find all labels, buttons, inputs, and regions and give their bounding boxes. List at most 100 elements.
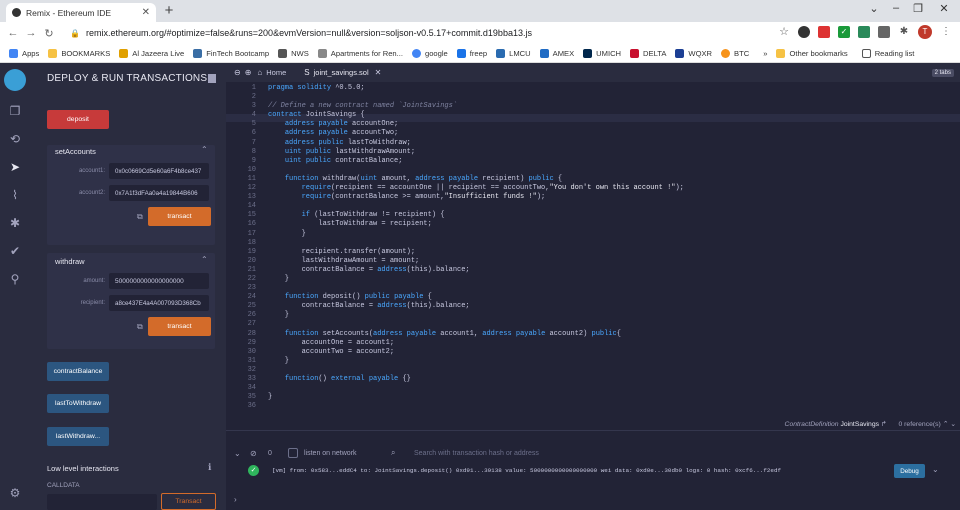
code-line[interactable]: 2	[234, 93, 954, 102]
puzzle-icon[interactable]: ✱	[898, 26, 910, 38]
lastwithdrawamount-button[interactable]: lastWithdraw...	[47, 427, 109, 446]
bookmark-item[interactable]: FinTech Bootcamp	[193, 48, 269, 58]
check-extension-icon[interactable]: ✓	[838, 26, 850, 38]
bookmark-folder[interactable]: BOOKMARKS	[48, 48, 110, 58]
contractbalance-button[interactable]: contractBalance	[47, 362, 109, 381]
code-line[interactable]: 24 function deposit() public payable {	[234, 293, 954, 302]
code-line[interactable]: 31 }	[234, 357, 954, 366]
debugger-icon[interactable]: ✱	[7, 215, 23, 231]
forward-icon[interactable]: →	[22, 27, 40, 39]
code-line[interactable]: 4 contract JointSavings {	[234, 111, 954, 120]
new-tab-icon[interactable]: +	[161, 2, 177, 19]
code-line[interactable]: 7 address public lastToWithdraw;	[234, 139, 954, 148]
profile-avatar[interactable]: T	[918, 25, 932, 39]
bookmark-more-icon[interactable]: »	[763, 49, 767, 58]
recipient-input[interactable]: a8ce437E4a4A007093D368Cb	[109, 295, 209, 311]
deploy-run-icon[interactable]: ➤	[7, 159, 23, 175]
code-line[interactable]: 19 recipient.transfer(amount);	[234, 248, 954, 257]
close-window-icon[interactable]: ✕	[932, 2, 956, 15]
calldata-transact-button[interactable]: Transact	[161, 493, 216, 510]
code-line[interactable]: 33 function() external payable {}	[234, 375, 954, 384]
code-line[interactable]: 11 function withdraw(uint amount, addres…	[234, 175, 954, 184]
code-line[interactable]: 23	[234, 284, 954, 293]
back-icon[interactable]: ←	[4, 27, 22, 39]
metamask-icon[interactable]	[878, 26, 890, 38]
account2-input[interactable]: 0x7A1f3dFAa0a4a19844B606	[109, 185, 209, 201]
solidity-compiler-icon[interactable]: ⟲	[7, 131, 23, 147]
code-line[interactable]: 21 contractBalance = address(this).balan…	[234, 266, 954, 275]
tx-log-line[interactable]: [vm] from: 0x583...eddC4 to: JointSaving…	[272, 467, 781, 474]
share-icon[interactable]: ↱	[881, 421, 887, 428]
amount-input[interactable]: 5000000000000000000	[109, 273, 209, 289]
bookmark-apps[interactable]: Apps	[9, 48, 39, 58]
bookmark-item[interactable]: google	[411, 48, 448, 58]
code-editor[interactable]: 1 pragma solidity ^0.5.0; 2 3 // Define a ne…	[234, 84, 954, 411]
grammarly-icon[interactable]	[858, 26, 870, 38]
bookmark-item[interactable]: freep	[456, 48, 487, 58]
code-line[interactable]: 16 lastToWithdraw = recipient;	[234, 220, 954, 229]
zoom-out-icon[interactable]: ⊖	[234, 68, 241, 77]
code-line[interactable]: 5 address payable accountOne;	[234, 120, 954, 129]
code-line[interactable]: 34	[234, 384, 954, 393]
lasttowithdraw-button[interactable]: lastToWithdraw	[47, 394, 109, 413]
account1-input[interactable]: 0x0c0669Cd5e60a6F4b8ce437	[109, 163, 209, 179]
plugin-manager-icon[interactable]: ⚲	[7, 271, 23, 287]
tab-joint-savings[interactable]: joint_savings.sol	[314, 68, 369, 77]
info-icon[interactable]: ℹ	[208, 462, 211, 473]
menu-icon[interactable]: ⋮	[940, 26, 952, 38]
code-line[interactable]: 6 address payable accountTwo;	[234, 129, 954, 138]
close-icon[interactable]: ✕	[375, 68, 382, 77]
code-line[interactable]: 30 accountTwo = account2;	[234, 348, 954, 357]
maximize-icon[interactable]: ❐	[906, 2, 930, 15]
terminal-prompt-icon[interactable]: ›	[234, 495, 237, 504]
copy-icon[interactable]: ⧉	[137, 322, 143, 332]
debug-button[interactable]: Debug	[894, 464, 925, 478]
copy-icon[interactable]: ⧉	[137, 212, 143, 222]
code-line[interactable]: 20 lastWithdrawAmount = amount;	[234, 257, 954, 266]
code-line[interactable]: 28 function setAccounts(address payable …	[234, 330, 954, 339]
other-bookmarks[interactable]: Other bookmarks	[776, 48, 848, 58]
code-line[interactable]: 13 require(contractBalance >= amount,"In…	[234, 193, 954, 202]
terminal-collapse-icon[interactable]: ⌄	[234, 449, 241, 458]
code-line[interactable]: 18	[234, 239, 954, 248]
withdraw-transact-button[interactable]: transact	[148, 317, 211, 336]
code-line[interactable]: 12 require(recipient == accountOne || re…	[234, 184, 954, 193]
code-line[interactable]: 8 uint public lastWithdrawAmount;	[234, 148, 954, 157]
setaccounts-transact-button[interactable]: transact	[148, 207, 211, 226]
tabs-count-badge[interactable]: 2 tabs	[931, 68, 954, 77]
bookmark-item[interactable]: NWS	[278, 48, 309, 58]
code-line[interactable]: 3 // Define a new contract named `JointSa…	[234, 102, 954, 111]
code-line[interactable]: 25 contractBalance = address(this).balan…	[234, 302, 954, 311]
code-line[interactable]: 32	[234, 366, 954, 375]
chevron-down-icon[interactable]: ⌄	[950, 421, 956, 428]
chevron-up-icon[interactable]: ⌃	[943, 421, 949, 428]
code-line[interactable]: 17 }	[234, 230, 954, 239]
code-line[interactable]: 9 uint public contractBalance;	[234, 157, 954, 166]
deposit-button[interactable]: deposit	[47, 110, 109, 129]
bookmark-item[interactable]: DELTA	[630, 48, 666, 58]
analysis-icon[interactable]: ⌇	[7, 187, 23, 203]
chevron-up-icon[interactable]: ⌃	[201, 145, 208, 154]
reload-icon[interactable]: ↻	[40, 27, 58, 40]
code-line[interactable]: 10	[234, 166, 954, 175]
browser-tab[interactable]: Remix - Ethereum IDE ✕	[6, 3, 156, 22]
address-bar[interactable]: 🔒 remix.ethereum.org/#optimize=false&run…	[70, 25, 532, 41]
testing-icon[interactable]: ✔	[7, 243, 23, 259]
tab-home[interactable]: Home	[266, 68, 286, 77]
code-line[interactable]: 1 pragma solidity ^0.5.0;	[234, 84, 954, 93]
remix-logo-icon[interactable]	[4, 69, 26, 91]
terminal-search-input[interactable]: Search with transaction hash or address	[408, 446, 598, 460]
star-icon[interactable]: ☆	[778, 26, 790, 38]
bookmark-item[interactable]: LMCU	[496, 48, 531, 58]
settings-gear-icon[interactable]: ⚙	[7, 485, 23, 501]
file-explorer-icon[interactable]: ❐	[7, 103, 23, 119]
bookmark-item[interactable]: WQXR	[675, 48, 712, 58]
code-line[interactable]: 35}	[234, 393, 954, 402]
bookmark-item[interactable]: AMEX	[539, 48, 574, 58]
chevron-down-icon[interactable]: ⌄	[932, 465, 939, 474]
code-line[interactable]: 36	[234, 402, 954, 411]
github-icon[interactable]	[798, 26, 810, 38]
bookmark-item[interactable]: BTC	[721, 48, 749, 58]
listen-checkbox[interactable]	[288, 448, 298, 458]
bookmark-item[interactable]: UMICH	[583, 48, 621, 58]
